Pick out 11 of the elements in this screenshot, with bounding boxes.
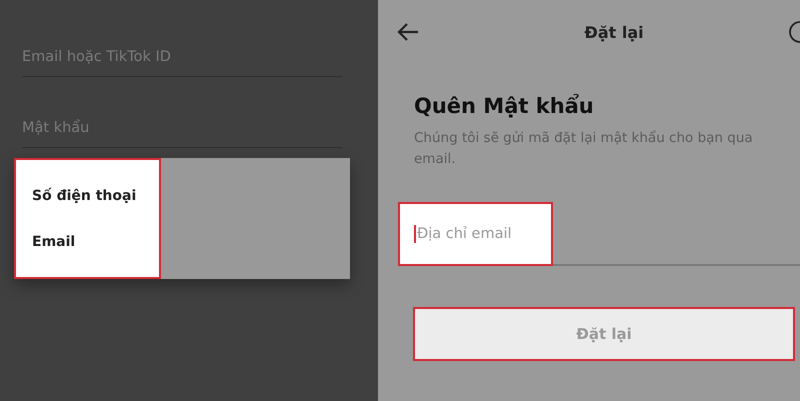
heading: Quên Mật khẩu	[414, 94, 595, 118]
description: Chúng tôi sẽ gửi mã đặt lại mật khẩu cho bạn qua email.	[414, 129, 754, 169]
input-field[interactable]: Mật khẩu	[22, 120, 90, 136]
menu-item[interactable]: Email	[32, 234, 159, 250]
text-cursor	[414, 225, 416, 243]
back-arrow-icon[interactable]	[396, 22, 420, 42]
screen-title: Đặt lại	[583, 22, 645, 42]
help-icon[interactable]	[788, 20, 800, 44]
email-field[interactable]: Địa chỉ email	[398, 202, 553, 266]
menu-item[interactable]: Số điện thoại	[32, 188, 159, 204]
input-field[interactable]: Email hoặc TikTok ID	[22, 49, 171, 65]
